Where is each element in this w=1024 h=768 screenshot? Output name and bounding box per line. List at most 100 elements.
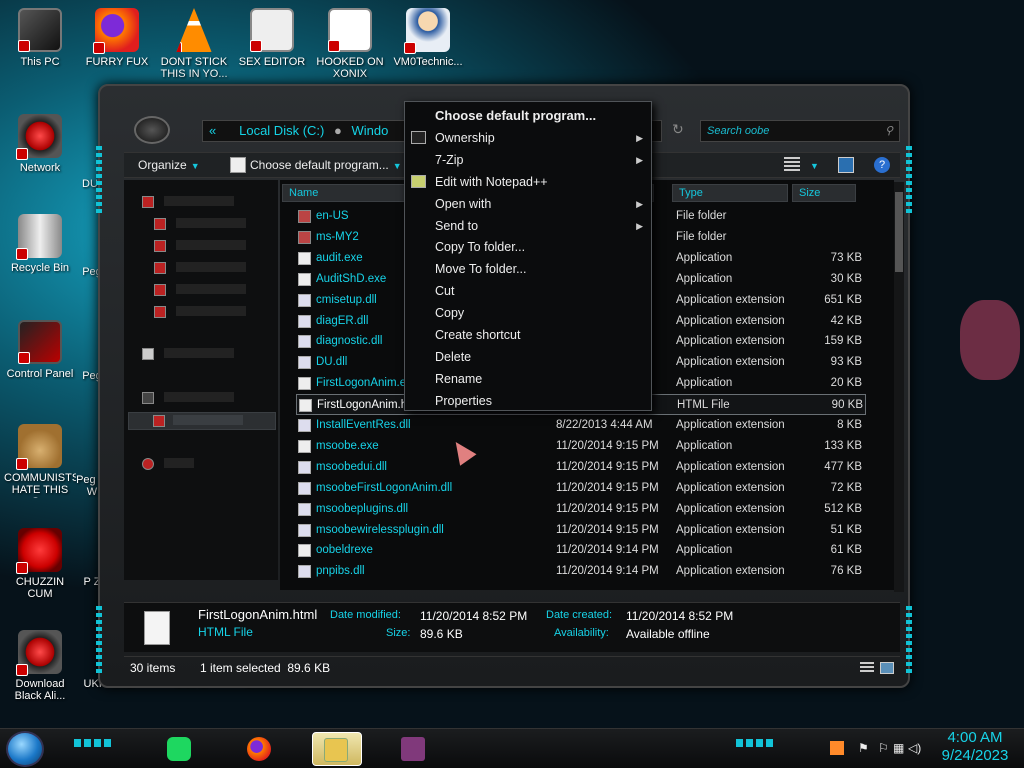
menu-item-cut[interactable]: Cut: [407, 280, 649, 302]
menu-item-copy[interactable]: Copy: [407, 302, 649, 324]
nav-icon: [142, 392, 154, 404]
file-type: Application extension: [676, 481, 785, 494]
address-overflow-chevron[interactable]: «: [209, 123, 216, 138]
navigation-pane: [124, 180, 278, 580]
taskbar-app-file-explorer[interactable]: [312, 732, 362, 766]
menu-item-label: Choose default program...: [435, 108, 597, 123]
help-icon[interactable]: ?: [874, 157, 890, 173]
taskbar-app-spotify[interactable]: [156, 732, 202, 766]
view-dropdown-chevron[interactable]: ▼: [806, 158, 819, 172]
search-placeholder: Search oobe: [707, 125, 770, 137]
search-input[interactable]: Search oobe ⚲: [700, 120, 900, 142]
table-row[interactable]: msoobeplugins.dll 11/20/2014 9:15 PM Appli…: [296, 499, 866, 520]
dll-file-icon: [298, 460, 311, 474]
table-row[interactable]: msoobewirelessplugin.dll 11/20/2014 9:15 …: [296, 520, 866, 541]
desktop-icon-dont-stick[interactable]: DONT STICK THIS IN YO...: [158, 8, 230, 80]
action-center-flag-icon[interactable]: ⚐: [878, 741, 889, 755]
menu-item-label: Properties: [435, 393, 492, 408]
vertical-scrollbar[interactable]: [894, 182, 904, 592]
details-size: 89.6 KB: [420, 627, 463, 641]
folder-file-icon: [298, 230, 311, 244]
column-header-type[interactable]: Type: [672, 184, 788, 202]
system-clock[interactable]: 4:00 AM 9/24/2023: [930, 729, 1020, 765]
large-icons-view-icon[interactable]: [880, 662, 894, 674]
file-size: 76 KB: [830, 565, 862, 578]
breadcrumb-local-disk[interactable]: Local Disk (C:): [239, 123, 324, 138]
nav-item[interactable]: [142, 346, 272, 364]
vlc-cone-icon: [176, 8, 212, 52]
menu-item-send-to[interactable]: Send to ▶: [407, 215, 649, 237]
desktop-icon-hooked-on-xonix[interactable]: HOOKED ON XONIX: [314, 8, 386, 80]
table-row[interactable]: msoobe.exe 11/20/2014 9:15 PM Application 1…: [296, 436, 866, 457]
menu-item-rename[interactable]: Rename: [407, 368, 649, 390]
menu-item-copy-to-folder[interactable]: Copy To folder...: [407, 236, 649, 258]
desktop-icon-chuzzin[interactable]: CHUZZIN CUM: [4, 528, 76, 600]
menu-item-move-to-folder[interactable]: Move To folder...: [407, 258, 649, 280]
desktop-icon-download[interactable]: Download Black Ali...: [4, 630, 76, 702]
desktop-icon-vm0technic[interactable]: VM0Technic...: [392, 8, 464, 68]
menu-item-label: Send to: [435, 218, 479, 233]
menu-item-open-with[interactable]: Open with ▶: [407, 193, 649, 215]
table-row[interactable]: msoobedui.dll 11/20/2014 9:15 PM Applicati…: [296, 457, 866, 478]
organize-button[interactable]: Organize ▼: [138, 158, 200, 172]
menu-item-edit-with-notepad[interactable]: Edit with Notepad++: [407, 171, 649, 193]
table-row[interactable]: InstallEventRes.dll 8/22/2013 4:44 AM Appl…: [296, 415, 866, 436]
nav-item[interactable]: [154, 282, 284, 300]
flag-icon[interactable]: ⚑: [858, 741, 869, 755]
nav-item[interactable]: [154, 304, 284, 322]
chevron-down-icon: ▼: [810, 161, 819, 171]
volume-icon[interactable]: ◁): [908, 741, 921, 755]
desktop-icon-furry-fux[interactable]: FURRY FUX: [81, 8, 153, 68]
file-name: msoobeplugins.dll: [316, 502, 409, 515]
file-type: Application extension: [676, 335, 785, 348]
search-icon[interactable]: ⚲: [885, 121, 893, 141]
dll-file-icon: [298, 523, 311, 537]
nav-icon: [142, 348, 154, 360]
tray-app-icon[interactable]: [830, 741, 844, 755]
file-type: Application extension: [676, 565, 785, 578]
refresh-icon[interactable]: ↻: [672, 121, 684, 138]
taskbar-app-firefox[interactable]: [236, 732, 282, 766]
choose-default-program-button[interactable]: Choose default program... ▼: [250, 158, 402, 172]
file-name: ms-MY2: [316, 230, 359, 243]
network-status-icon[interactable]: ▦: [893, 741, 904, 755]
preview-pane-icon[interactable]: [838, 157, 854, 173]
nav-item-local-disk[interactable]: [128, 412, 276, 430]
submenu-arrow-icon: ▶: [636, 220, 643, 231]
wallpaper-bolt: [960, 300, 1020, 380]
hex-editor-icon: [250, 8, 294, 52]
table-row[interactable]: oobeldrexe 11/20/2014 9:14 PM Application 6…: [296, 540, 866, 561]
desktop-icon-recycle-bin[interactable]: Recycle Bin: [4, 214, 76, 274]
details-view-icon[interactable]: [860, 662, 874, 674]
breadcrumb-separator: [226, 123, 230, 138]
table-row[interactable]: msoobeFirstLogonAnim.dll 11/20/2014 9:15 …: [296, 478, 866, 499]
nav-item[interactable]: [154, 260, 284, 278]
file-size: 20 KB: [830, 377, 862, 390]
menu-item-create-shortcut[interactable]: Create shortcut: [407, 324, 649, 346]
nav-item[interactable]: [142, 456, 272, 474]
file-name: diagER.dll: [316, 314, 369, 327]
desktop-icon-network[interactable]: Network: [4, 114, 76, 174]
nav-item[interactable]: [142, 194, 272, 212]
menu-item-7-zip[interactable]: 7-Zip ▶: [407, 149, 649, 171]
menu-item-delete[interactable]: Delete: [407, 346, 649, 368]
desktop-icon-this-pc[interactable]: This PC: [4, 8, 76, 68]
file-date: 11/20/2014 9:15 PM: [556, 481, 659, 494]
column-header-size[interactable]: Size: [792, 184, 856, 202]
nav-item[interactable]: [142, 390, 272, 408]
file-date: 11/20/2014 9:14 PM: [556, 544, 659, 557]
desktop-icon-control-panel[interactable]: Control Panel: [4, 320, 76, 380]
menu-item-choose-default-program[interactable]: Choose default program...: [407, 105, 649, 127]
view-options-icon[interactable]: [784, 157, 800, 173]
scrollbar-thumb[interactable]: [895, 192, 903, 272]
desktop-icon-sex-editor[interactable]: SEX EDITOR: [236, 8, 308, 68]
table-row[interactable]: pnpibs.dll 11/20/2014 9:14 PM Application …: [296, 561, 866, 582]
breadcrumb-windows[interactable]: Windo: [351, 123, 388, 138]
nav-item[interactable]: [154, 216, 284, 234]
nav-item[interactable]: [154, 238, 284, 256]
start-button[interactable]: [6, 731, 44, 767]
desktop-icon-communists[interactable]: COMMUNISTS HATE THIS G...: [4, 424, 76, 498]
taskbar-app-onenote[interactable]: [390, 732, 436, 766]
menu-item-ownership[interactable]: Ownership ▶: [407, 127, 649, 149]
menu-item-properties[interactable]: Properties: [407, 390, 649, 412]
